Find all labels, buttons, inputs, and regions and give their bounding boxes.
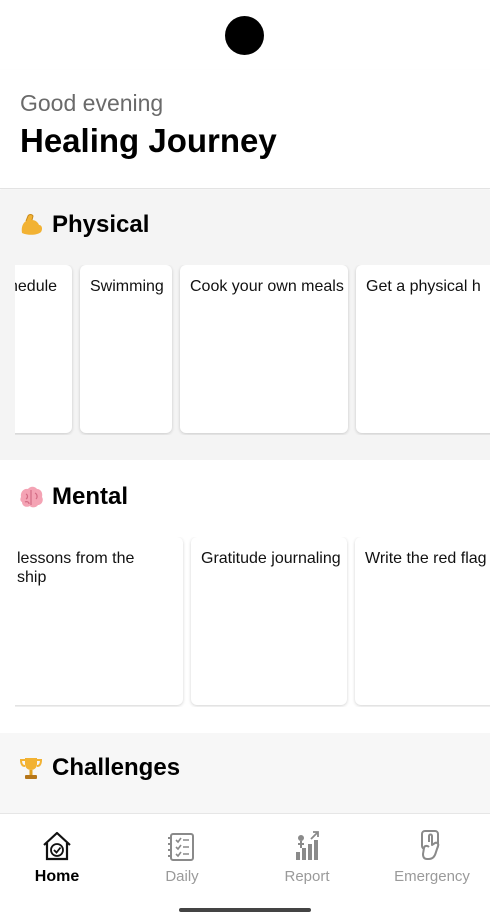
- section-header: Mental: [16, 482, 128, 512]
- trophy-icon: [16, 753, 46, 783]
- section-title: Physical: [52, 211, 150, 238]
- section-challenges: Challenges: [0, 733, 490, 813]
- camera-cutout: [225, 16, 264, 55]
- tab-label: Emergency: [394, 868, 470, 885]
- card-label: Get a physical h: [366, 278, 481, 295]
- tab-home[interactable]: Home: [2, 828, 112, 886]
- tab-label: Daily: [165, 868, 199, 885]
- card-label: Write the red flag: [365, 550, 487, 567]
- activity-card[interactable]: Get a physical h: [356, 265, 490, 433]
- section-header: Challenges: [16, 753, 180, 783]
- section-title: Mental: [52, 483, 129, 510]
- home-indicator[interactable]: [179, 908, 311, 912]
- daily-checklist-icon: [168, 833, 194, 861]
- greeting: Good evening: [20, 90, 164, 116]
- activity-card[interactable]: Gratitude journaling: [191, 537, 347, 705]
- activity-card[interactable]: lessons from the ship: [15, 537, 183, 705]
- tab-report[interactable]: Report: [252, 828, 362, 885]
- tab-label: Home: [34, 868, 80, 885]
- activity-card[interactable]: Write the red flag: [355, 537, 490, 705]
- tab-daily[interactable]: Daily: [127, 828, 237, 885]
- card-label: Cook your own meals: [190, 278, 344, 295]
- bottom-tab-bar: Home Daily Report Emergency: [0, 813, 490, 920]
- card-label: Gratitude journaling: [201, 550, 341, 567]
- card-carousel[interactable]: lessons from the ship Gratitude journali…: [15, 537, 490, 707]
- section-mental: Mental lessons from the ship Gratitude j…: [0, 462, 490, 732]
- section-header: Physical: [16, 210, 149, 240]
- page-title: Healing Journey: [20, 122, 277, 159]
- tab-emergency[interactable]: Emergency: [377, 828, 487, 885]
- header: Good evening Healing Journey: [0, 70, 490, 189]
- card-carousel[interactable]: chedule Swimming Cook your own meals Get…: [15, 265, 490, 435]
- tab-label: Report: [284, 868, 330, 885]
- section-physical: Physical chedule Swimming Cook your own …: [0, 190, 490, 460]
- card-label: Swimming: [90, 278, 164, 295]
- section-title: Challenges: [52, 754, 181, 781]
- emergency-tap-icon: [421, 830, 440, 860]
- flexed-biceps-icon: [16, 210, 46, 240]
- activity-card[interactable]: Swimming: [80, 265, 172, 433]
- activity-card[interactable]: chedule: [15, 265, 72, 433]
- report-chart-icon: [296, 831, 319, 860]
- card-label: chedule: [15, 278, 58, 295]
- card-label: lessons from the ship: [17, 550, 135, 586]
- home-icon: [43, 831, 71, 861]
- brain-icon: [16, 482, 46, 512]
- activity-card[interactable]: Cook your own meals: [180, 265, 348, 433]
